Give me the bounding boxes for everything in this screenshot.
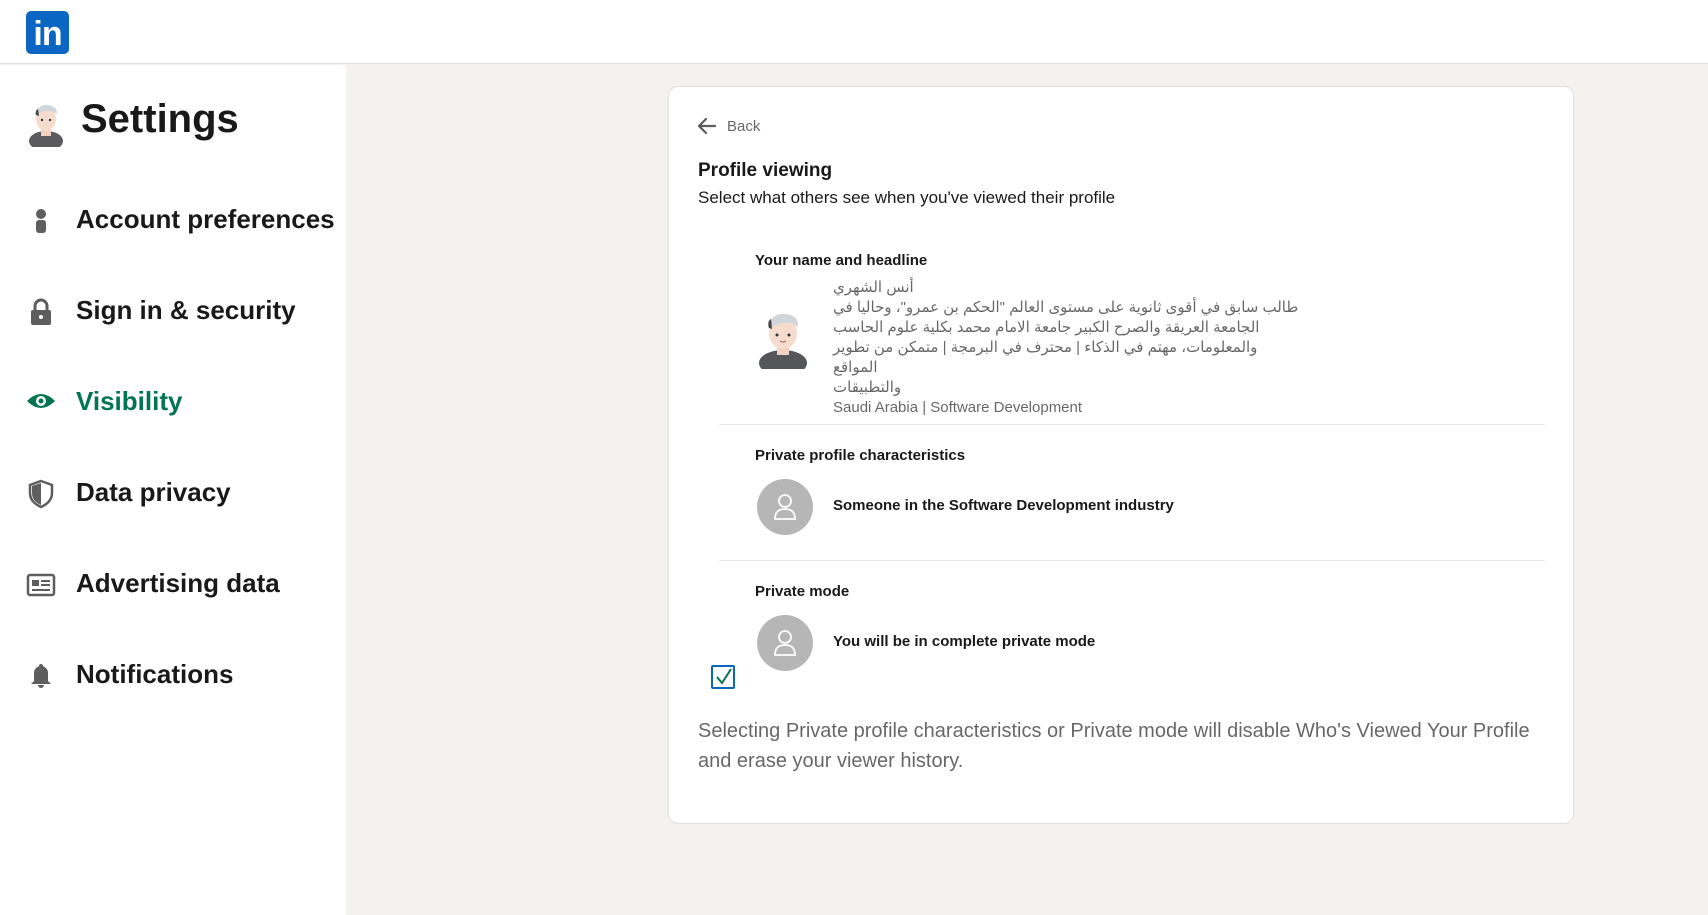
sidebar-item-label: Account preferences (76, 204, 335, 234)
footnote: Selecting Private profile characteristic… (698, 720, 1530, 772)
headline-block: أنس الشهري طالب سابق في أقوى ثانوية على … (833, 278, 1303, 418)
option-private-mode[interactable]: Private mode You will be in complete pri… (719, 583, 1545, 693)
sidebar-item-account-preferences[interactable]: Account preferences (26, 194, 335, 244)
sidebar-item-label: Visibility (76, 386, 183, 416)
profile-location: Saudi Arabia | Software Development (833, 399, 1083, 416)
divider (719, 560, 1545, 561)
divider (719, 424, 1545, 425)
user-avatar[interactable] (26, 101, 66, 147)
page-subtitle: Select what others see when you've viewe… (698, 188, 1116, 207)
sidebar-item-sign-in-security[interactable]: Sign in & security (26, 285, 326, 335)
linkedin-logo[interactable]: in (26, 11, 69, 54)
person-outline-icon (774, 630, 796, 656)
person-outline-icon (774, 494, 796, 520)
top-bar: in (0, 0, 1708, 64)
profile-name: أنس الشهري (833, 279, 914, 296)
lock-icon (31, 298, 51, 325)
newspaper-icon (26, 573, 56, 597)
bell-icon (31, 664, 51, 688)
option-label: Private profile characteristics (755, 447, 966, 464)
profile-viewing-card: Back Profile viewing Select what others … (668, 86, 1574, 824)
sidebar-item-visibility[interactable]: Visibility (26, 376, 326, 426)
sidebar-item-label: Data privacy (76, 477, 231, 507)
sidebar-item-notifications[interactable]: Notifications (26, 649, 326, 699)
arrow-left-icon (697, 117, 717, 135)
sidebar-item-advertising-data[interactable]: Advertising data (26, 558, 326, 608)
eye-icon (27, 394, 55, 408)
sidebar-item-label: Notifications (76, 659, 234, 689)
shield-icon (28, 479, 54, 509)
page-title: Profile viewing (698, 160, 833, 181)
sidebar-item-label: Advertising data (76, 568, 280, 598)
ghost-avatar (757, 479, 813, 535)
sidebar-item-label: Sign in & security (76, 295, 296, 325)
settings-sidebar: Settings Account preferences Sign in & s… (0, 65, 346, 915)
person-icon (36, 209, 46, 233)
profile-avatar (759, 313, 807, 369)
back-label: Back (727, 118, 761, 135)
profile-headline: طالب سابق في أقوى ثانوية على مستوى العال… (833, 299, 1299, 396)
option-label: Your name and headline (755, 252, 928, 269)
option-description: You will be in complete private mode (833, 633, 1096, 650)
option-description: Someone in the Software Development indu… (833, 497, 1174, 514)
settings-title: Settings (81, 97, 239, 141)
option-private-characteristics[interactable]: Private profile characteristics Someone … (719, 447, 1545, 557)
option-label: Private mode (755, 583, 850, 600)
sidebar-item-data-privacy[interactable]: Data privacy (26, 467, 326, 517)
ghost-avatar (757, 615, 813, 671)
